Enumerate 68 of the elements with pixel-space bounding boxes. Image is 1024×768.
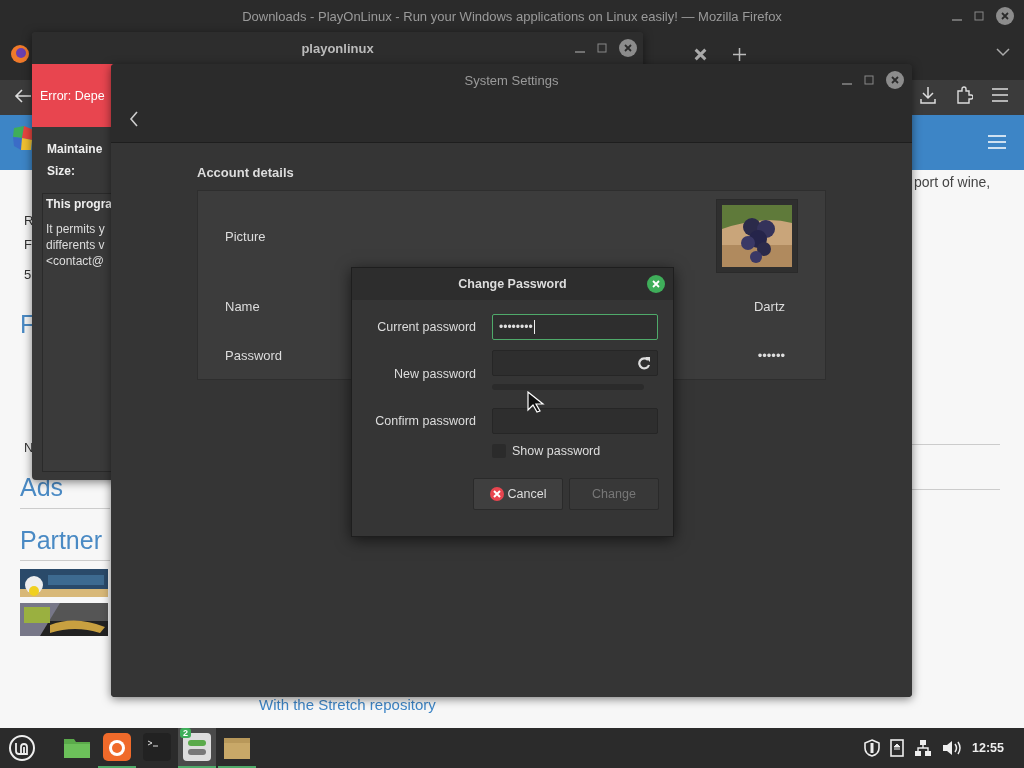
minimize-icon [952,19,962,21]
window-title: System Settings [464,72,559,88]
fox-icon [10,44,30,64]
close-icon [694,48,707,61]
page-text: port of wine, [914,174,991,190]
volume-icon[interactable] [942,739,962,757]
row-label: Name [225,298,260,314]
maximize-icon [597,43,607,53]
close-tab-button[interactable] [694,48,707,61]
shield-icon[interactable] [864,739,880,757]
clock[interactable]: 12:55 [972,741,1004,755]
cursor-icon [527,391,545,413]
maximize-button[interactable] [597,43,607,53]
description-title: This progra [46,197,112,211]
menu-icon[interactable] [991,87,1009,103]
field-label: New password [393,367,476,381]
row-value: Dartz [753,298,785,314]
password-field[interactable] [492,350,658,376]
maximize-button[interactable] [974,11,984,21]
page-text: 5 [24,267,32,282]
cancel-icon [489,487,504,501]
back-button[interactable] [129,111,139,127]
count-badge: 2 [180,728,191,738]
minimize-icon [842,83,852,85]
back-button[interactable] [14,88,32,104]
section-title: Account details [197,165,295,180]
field-label: Current password [376,320,476,334]
window-title: Downloads - PlayOnLinux - Run your Windows applications on Linux easily! — Mozilla Firefox [242,8,782,24]
maximize-button[interactable] [864,75,874,85]
new-tab-button[interactable] [732,47,747,62]
password-field[interactable] [492,408,658,434]
document-icon[interactable] [890,739,904,757]
close-icon [1001,12,1009,20]
chevron-down-icon[interactable] [996,47,1010,57]
password-field[interactable]: •••••••• [492,314,658,340]
close-button[interactable] [647,275,665,293]
row-label: Picture [225,228,266,244]
link[interactable]: With the Stretch repository [259,697,436,713]
cancel-button[interactable]: Cancel [473,478,563,510]
description-text: It permits y differents v <contact@ [46,221,105,269]
download-icon[interactable] [919,86,937,104]
section-heading: Ads [20,473,64,502]
error-message: Error: Depe [40,88,105,103]
maximize-icon [864,75,874,85]
refresh-icon[interactable] [637,356,651,370]
avatar-button[interactable] [716,199,798,273]
row-label: Password [225,347,283,363]
dialog-title: Change Password [458,277,567,291]
terminal-icon [143,733,171,761]
window-title: playonlinux [301,40,374,56]
page-text: R [24,213,34,228]
field-label: Size: [47,164,75,178]
checkbox-label: Show password [512,444,601,458]
page-text: F [24,237,32,252]
page-text: N [24,440,34,455]
network-icon[interactable] [914,739,932,757]
logo-icon [8,734,36,762]
close-icon [652,280,660,288]
close-icon [624,44,632,52]
puzzle-icon[interactable] [955,86,973,104]
section-heading: Partner [20,526,102,555]
minimize-icon [575,51,585,53]
field-label: Maintaine [47,142,103,156]
maximize-icon [974,11,984,21]
fox-icon [103,733,131,761]
close-icon [891,76,899,84]
field-label: Confirm password [374,414,476,428]
row-value: •••••• [757,347,785,363]
